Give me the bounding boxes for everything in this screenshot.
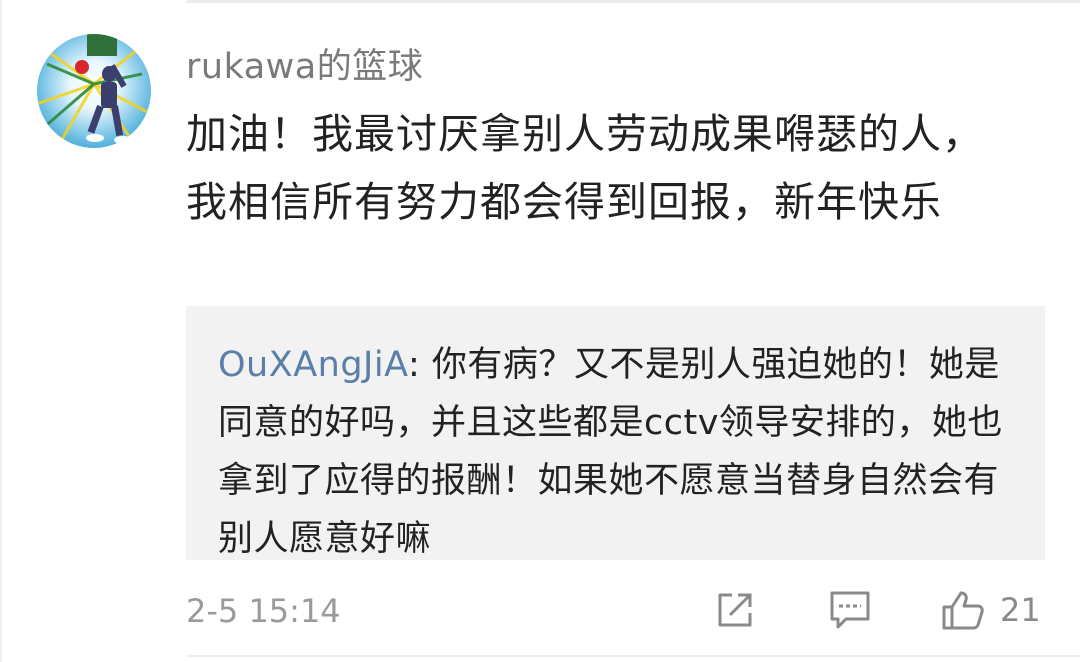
comment-username[interactable]: rukawa的篮球 <box>186 38 423 89</box>
comment-icon <box>830 591 870 629</box>
avatar[interactable] <box>37 34 151 148</box>
like-button[interactable]: 21 <box>940 588 1041 632</box>
left-edge <box>0 0 2 662</box>
reply-quote[interactable]: OuXAngJiA: 你有病？又不是别人强迫她的！她是同意的好吗，并且这些都是c… <box>186 306 1045 560</box>
share-icon <box>718 593 752 627</box>
comment-timestamp: 2-5 15:14 <box>186 592 341 630</box>
comment-body: 加油！我最讨厌拿别人劳动成果嘚瑟的人，我相信所有努力都会得到回报，新年快乐 <box>186 110 984 226</box>
comment-button[interactable] <box>828 588 872 632</box>
share-button[interactable] <box>714 588 756 632</box>
reply-body: OuXAngJiA: 你有病？又不是别人强迫她的！她是同意的好吗，并且这些都是c… <box>218 336 1018 568</box>
reply-separator: : <box>407 345 432 385</box>
reply-username[interactable]: OuXAngJiA <box>218 345 408 385</box>
like-count: 21 <box>1000 591 1041 629</box>
avatar-image <box>37 34 151 148</box>
top-divider <box>186 0 1080 3</box>
bottom-divider <box>186 655 1080 657</box>
thumbs-up-icon <box>942 591 984 630</box>
